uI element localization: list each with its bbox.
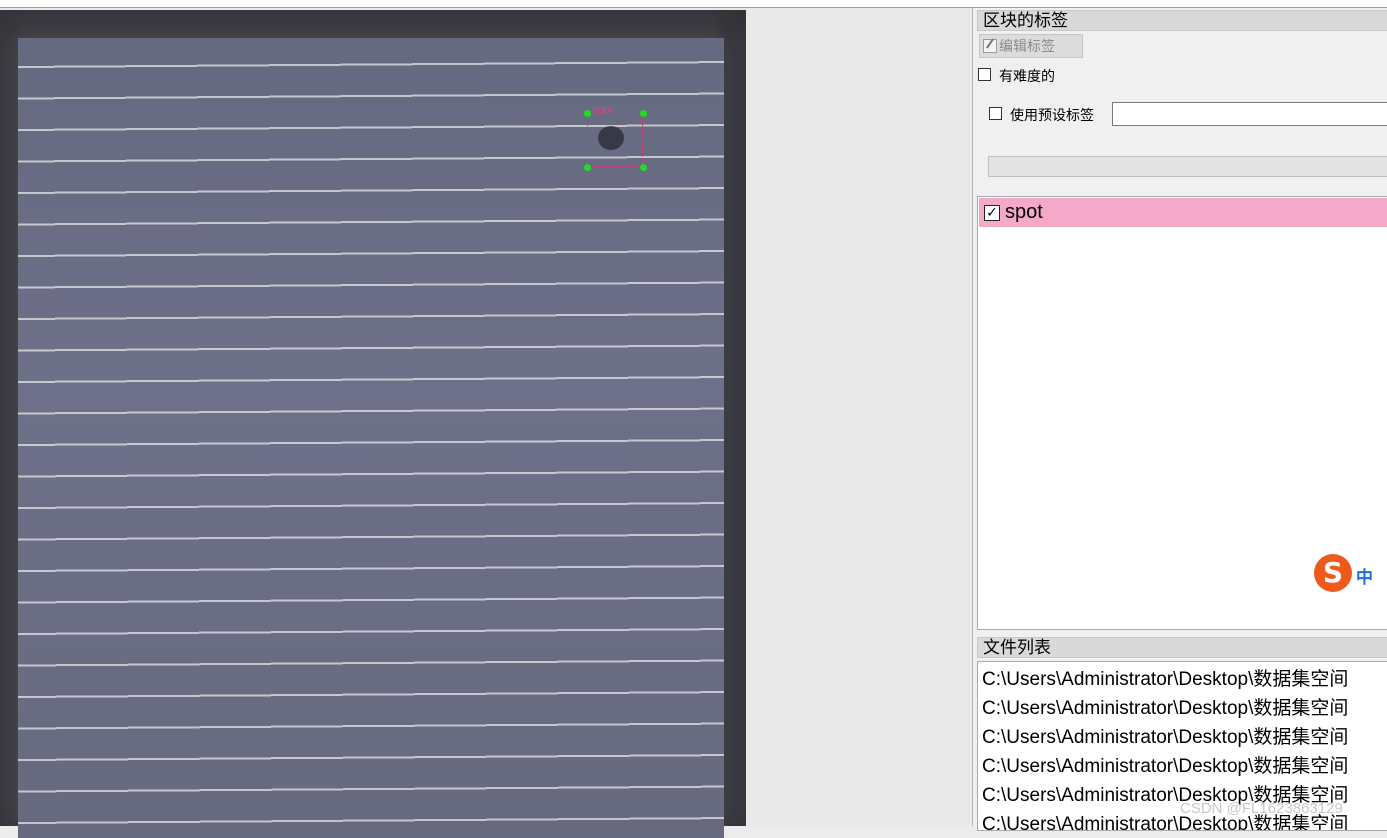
watermark: CSDN @FL1623863129 <box>1180 800 1343 817</box>
edit-label-button[interactable]: 编辑标签 <box>979 34 1083 58</box>
ime-logo: S <box>1314 554 1352 592</box>
label-list[interactable]: ✓ spot S 中 <box>977 196 1387 630</box>
edit-label-icon <box>983 39 997 53</box>
edit-label-button-text: 编辑标签 <box>999 38 1055 54</box>
bbox-handle-top-left[interactable] <box>584 110 591 117</box>
file-list-item[interactable]: C:\Users\Administrator\Desktop\数据集空间 <box>982 722 1348 749</box>
bbox-handle-top-right[interactable] <box>640 110 647 117</box>
file-list-item[interactable]: C:\Users\Administrator\Desktop\数据集空间 <box>982 751 1348 778</box>
bbox-handle-bottom-left[interactable] <box>584 164 591 171</box>
annotation-box-label: spot <box>592 104 613 116</box>
bbox-handle-bottom-right[interactable] <box>640 164 647 171</box>
file-list-item[interactable]: C:\Users\Administrator\Desktop\数据集空间 <box>982 693 1348 720</box>
use-default-label-text: 使用预设标签 <box>1010 107 1094 123</box>
label-item-checkbox[interactable]: ✓ <box>984 205 1000 221</box>
annotation-bounding-box[interactable] <box>587 113 643 167</box>
sogou-ime-icon[interactable]: S 中 <box>1314 554 1373 592</box>
default-label-input[interactable] <box>1112 102 1387 126</box>
difficult-checkbox-label: 有难度的 <box>999 68 1055 84</box>
label-dock-title: 区块的标签 <box>977 10 1387 31</box>
window-top-bar <box>0 0 1387 8</box>
difficult-checkbox[interactable] <box>978 68 991 81</box>
use-default-label-checkbox[interactable] <box>989 107 1002 120</box>
ime-mode-indicator: 中 <box>1356 568 1373 587</box>
image-canvas[interactable]: spot <box>0 8 970 838</box>
file-list-item[interactable]: C:\Users\Administrator\Desktop\数据集空间 <box>982 664 1348 691</box>
label-list-item[interactable]: ✓ spot <box>979 198 1387 227</box>
default-label-combobox[interactable] <box>988 156 1387 177</box>
file-list-dock-title: 文件列表 <box>977 637 1387 658</box>
right-dock-panel: 区块的标签 编辑标签 有难度的 使用预设标签 ✓ spot S 中 文件列表 C… <box>972 8 1387 831</box>
label-item-text: spot <box>1005 201 1043 223</box>
